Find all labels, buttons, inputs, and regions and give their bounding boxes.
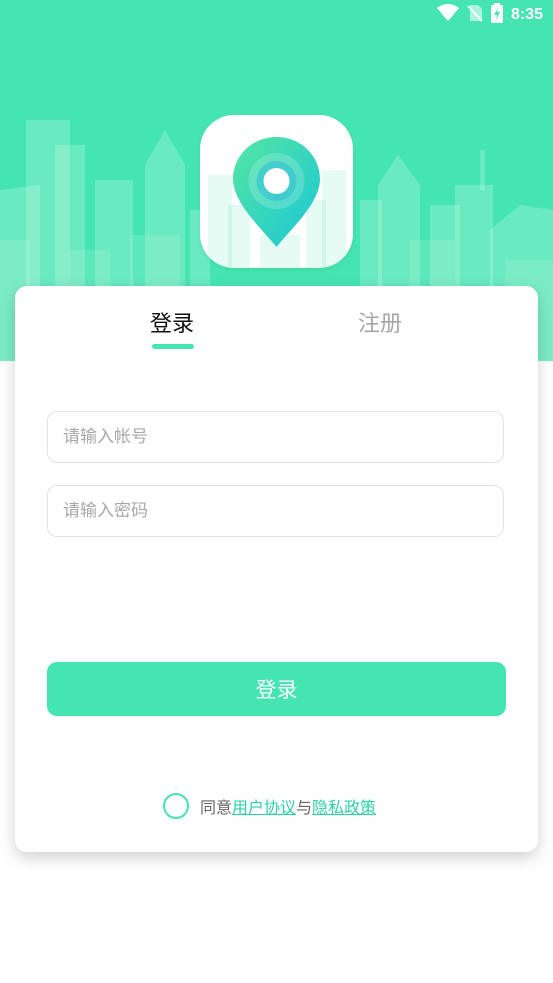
password-input[interactable]	[48, 486, 503, 536]
password-field	[47, 485, 504, 537]
agreement-prefix: 同意	[200, 798, 233, 817]
status-time: 8:35	[510, 6, 543, 23]
privacy-policy-link[interactable]: 隐私政策	[312, 794, 376, 818]
login-button[interactable]: 登录	[47, 662, 506, 716]
location-pin-icon	[208, 137, 346, 268]
account-field	[47, 411, 504, 463]
active-tab-indicator	[152, 344, 194, 349]
wifi-icon	[436, 4, 459, 26]
agreement-connector: 与	[296, 798, 313, 817]
app-logo	[200, 115, 353, 268]
status-bar: 8:35	[0, 0, 553, 30]
user-agreement-link[interactable]: 用户协议	[232, 794, 296, 818]
no-sim-icon	[467, 4, 483, 26]
agreement-row: 同意 用户协议 与 隐私政策	[163, 792, 376, 820]
login-card: 登录 注册 登录 同意 用户协议 与 隐私政策	[15, 286, 538, 852]
agree-checkbox[interactable]	[163, 793, 189, 819]
tab-login[interactable]: 登录	[137, 310, 207, 340]
tab-register[interactable]: 注册	[345, 310, 415, 340]
account-input[interactable]	[48, 412, 503, 462]
battery-charging-icon	[490, 3, 503, 27]
